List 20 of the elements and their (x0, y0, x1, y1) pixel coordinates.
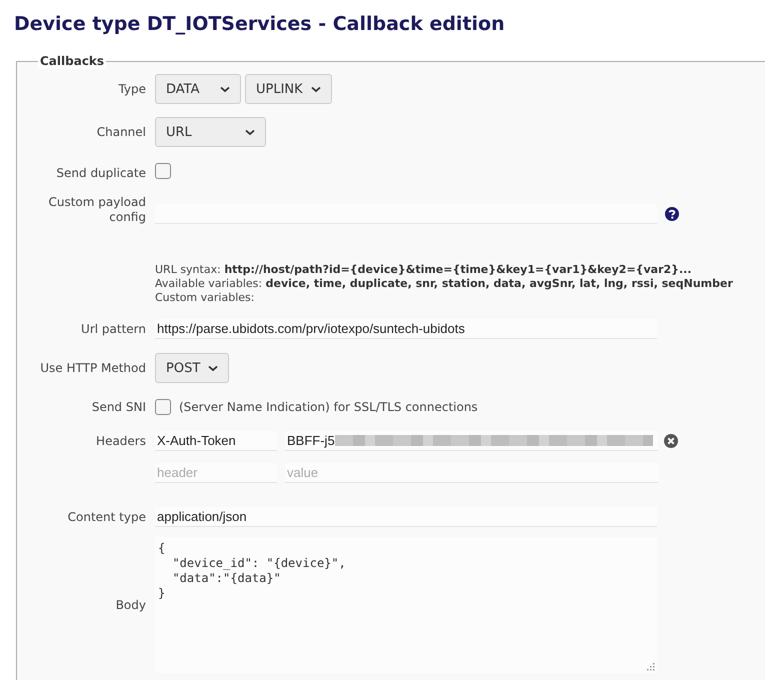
help-text: Custom variables: (155, 291, 256, 305)
field-label: Send duplicate (55, 166, 146, 180)
sni-note: (Server Name Indication) for SSL/TLS connections (179, 400, 478, 414)
page-title: Device type DT_IOTServices - Callback edition (13, 12, 506, 37)
help-text: Available variables: device, time, duplicate, snr, station, data, avgSnr, lat, lng, rssi, seqNumber (155, 277, 734, 291)
method-dropdown[interactable]: POST (155, 353, 230, 383)
field-label: Channel (96, 124, 146, 140)
channel-dropdown[interactable]: URL (155, 117, 266, 147)
field-label: Type (117, 82, 146, 96)
field-label: Content type (66, 510, 146, 524)
field-label: Use HTTP Method (39, 360, 146, 376)
field-label: Headers (95, 434, 146, 448)
field-label: Body (114, 598, 146, 612)
field-label: Send SNI (90, 400, 146, 414)
field-label: Url pattern (80, 322, 146, 336)
type-dropdown[interactable]: UPLINK (245, 74, 332, 104)
help-text: URL syntax: http://host/path?id={device}&time={time}&key1={var1}&key2={var2}... (155, 263, 693, 277)
section-legend: Callbacks (38, 53, 106, 69)
type-dropdown[interactable]: DATA (155, 74, 241, 104)
field-label: Custom payload config (47, 195, 146, 225)
